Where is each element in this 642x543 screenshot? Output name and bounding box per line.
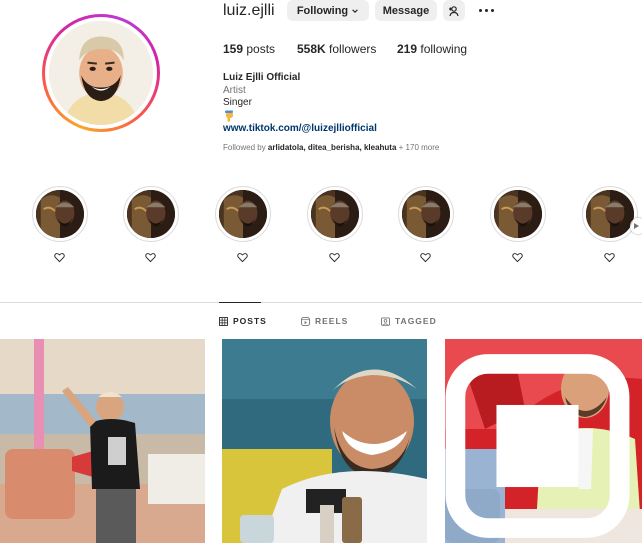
tab-tagged-label: TAGGED xyxy=(395,316,437,326)
post-image xyxy=(0,339,205,543)
tab-tagged[interactable]: TAGGED xyxy=(381,316,437,326)
more-dot-icon xyxy=(478,8,482,12)
active-tab-indicator xyxy=(219,302,261,303)
following-button[interactable]: Following xyxy=(287,0,369,21)
profile-username: luiz.ejlli xyxy=(223,2,275,19)
heart-icon xyxy=(54,253,65,263)
highlight-5[interactable] xyxy=(398,186,454,242)
more-dot-icon xyxy=(484,8,488,12)
profile-category: Artist xyxy=(223,84,246,96)
followers-stat[interactable]: 558K followers xyxy=(297,42,376,56)
more-options-button[interactable] xyxy=(476,2,496,18)
highlight-4[interactable] xyxy=(307,186,363,242)
bio-line: Singer xyxy=(223,97,252,108)
highlight-2[interactable] xyxy=(123,186,179,242)
more-dot-icon xyxy=(490,8,494,12)
post-thumbnail[interactable] xyxy=(445,339,642,543)
post-thumbnail[interactable] xyxy=(222,339,427,543)
followed-by-names: arlidatola, ditea_berisha, kleahuta xyxy=(267,143,397,152)
highlight-cover xyxy=(127,190,175,238)
highlight-cover xyxy=(494,190,542,238)
message-button[interactable]: Message xyxy=(375,0,437,21)
add-person-icon xyxy=(449,5,459,16)
highlights-next-button[interactable] xyxy=(630,218,642,234)
highlight-3[interactable] xyxy=(215,186,271,242)
highlight-1[interactable] xyxy=(32,186,88,242)
post-thumbnail[interactable] xyxy=(0,339,205,543)
bio-website-link[interactable]: www.tiktok.com/@luizejlliofficial xyxy=(223,123,377,136)
display-name: Luiz Ejlli Official xyxy=(223,72,301,83)
highlight-cover xyxy=(402,190,450,238)
followed-by[interactable]: Followed by arlidatola, ditea_berisha, k… xyxy=(223,143,439,152)
profile-bio: Luiz Ejlli Official Artist Singer www.ti… xyxy=(223,72,377,135)
highlight-cover xyxy=(311,190,359,238)
hand-pointing-down-icon xyxy=(225,110,233,122)
grid-icon xyxy=(219,316,228,326)
tagged-icon xyxy=(381,316,390,326)
posts-count: 159 xyxy=(223,42,244,56)
heart-icon xyxy=(237,253,248,263)
highlight-cover xyxy=(219,190,267,238)
heart-icon xyxy=(604,253,615,263)
tab-posts[interactable]: POSTS xyxy=(219,316,267,326)
following-count: 219 xyxy=(397,42,418,56)
heart-icon xyxy=(145,253,156,263)
posts-label: posts xyxy=(246,42,276,56)
highlight-7[interactable] xyxy=(582,186,638,242)
following-stat[interactable]: 219 following xyxy=(397,42,467,56)
reel-indicator-icon xyxy=(445,354,630,538)
highlight-cover xyxy=(586,190,634,238)
heart-icon xyxy=(420,253,431,263)
tab-reels-label: REELS xyxy=(315,316,349,326)
highlight-6[interactable] xyxy=(490,186,546,242)
followed-by-prefix: Followed by xyxy=(223,143,266,152)
highlight-cover xyxy=(36,190,84,238)
profile-avatar[interactable] xyxy=(42,14,160,132)
reels-icon xyxy=(301,316,310,326)
message-button-label: Message xyxy=(382,4,430,17)
avatar-illustration xyxy=(49,21,153,125)
followers-count: 558K xyxy=(297,42,326,56)
followed-by-more: + 170 more xyxy=(398,143,440,152)
tab-reels[interactable]: REELS xyxy=(301,316,348,326)
tabs-divider xyxy=(0,302,642,303)
tab-posts-label: POSTS xyxy=(233,316,267,326)
heart-icon xyxy=(512,253,523,263)
followers-label: followers xyxy=(329,42,377,56)
heart-icon xyxy=(329,253,340,263)
posts-stat: 159 posts xyxy=(223,42,275,56)
chevron-down-icon xyxy=(352,8,358,13)
suggested-accounts-button[interactable] xyxy=(443,0,465,21)
post-image xyxy=(222,339,427,543)
following-label: following xyxy=(420,42,468,56)
following-button-label: Following xyxy=(296,4,349,17)
